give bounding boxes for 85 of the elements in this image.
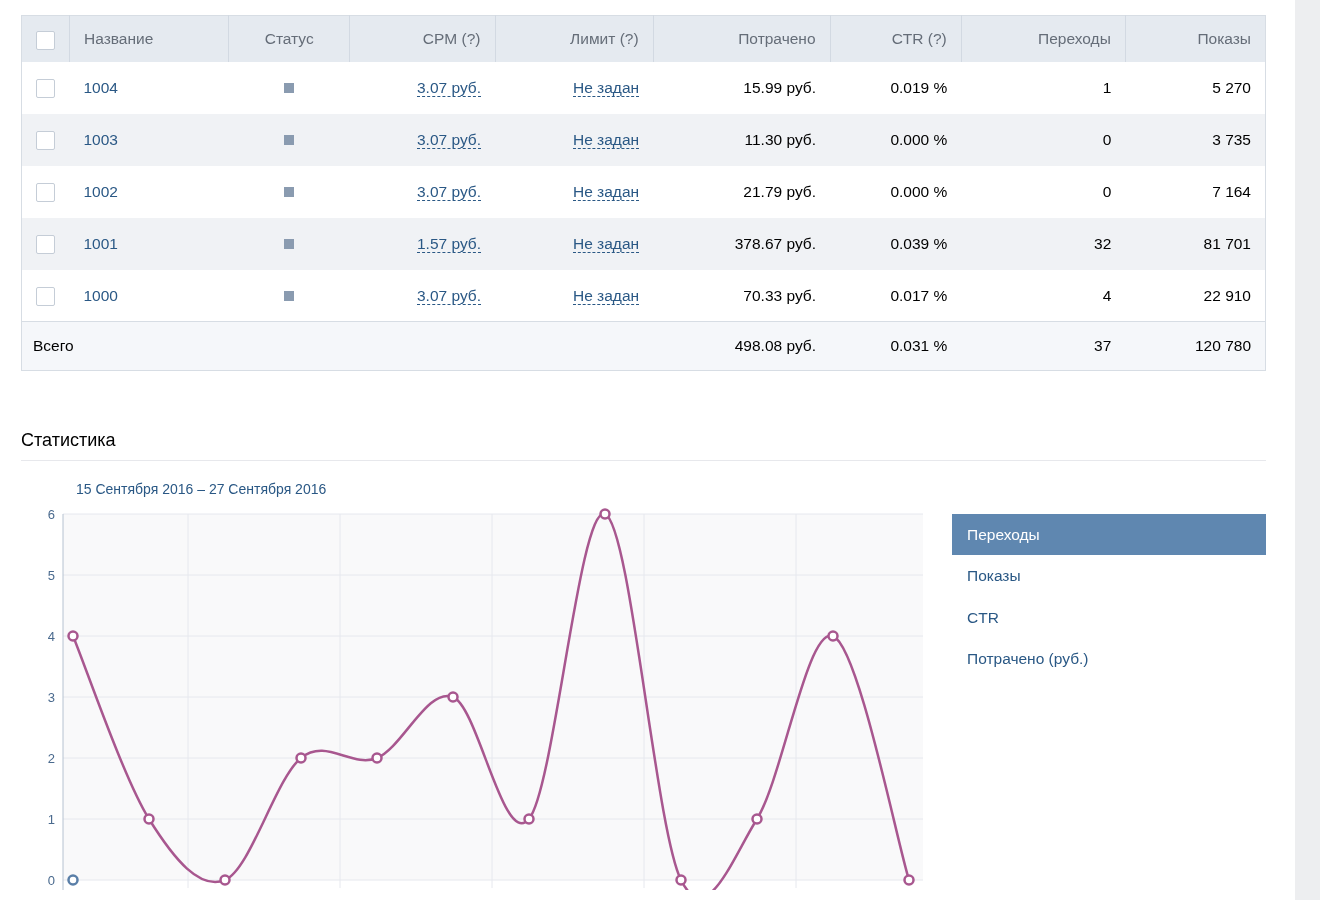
row-checkbox[interactable]	[36, 79, 55, 99]
cpm-link[interactable]: 3.07 руб.	[417, 182, 482, 201]
table-cell: 0	[1102, 182, 1112, 200]
table-cell: 3 735	[1212, 130, 1251, 148]
column-header[interactable]: Потрачено	[738, 30, 816, 48]
data-point	[67, 630, 79, 642]
metric-item[interactable]: Показы	[952, 555, 1266, 597]
data-point	[903, 874, 915, 886]
status-icon	[284, 186, 295, 197]
row-checkbox[interactable]	[36, 287, 55, 307]
status-icon	[284, 290, 295, 301]
y-tick-label: 5	[47, 568, 55, 583]
table-cell: 0.000 %	[890, 130, 948, 148]
ad-name[interactable]: 1001	[83, 234, 118, 252]
limit-link[interactable]: Не задан	[573, 234, 640, 253]
limit-link[interactable]: Не задан	[573, 130, 640, 149]
data-point	[675, 874, 687, 886]
total-cell: 37	[1094, 337, 1112, 355]
column-header[interactable]: Переходы	[1038, 30, 1111, 48]
table-cell: 0.019 %	[890, 78, 948, 96]
table-cell: 7 164	[1212, 182, 1251, 200]
section-title: Статистика	[21, 427, 1266, 461]
table-cell: 0.039 %	[890, 234, 948, 252]
table-cell: 1	[1102, 78, 1112, 96]
ad-name[interactable]: 1004	[83, 78, 118, 96]
data-point	[599, 508, 611, 520]
column-header[interactable]: Лимит (?)	[570, 30, 639, 48]
cpm-link[interactable]: 3.07 руб.	[417, 130, 482, 149]
data-point	[295, 752, 307, 764]
table-cell: 15.99 руб.	[743, 78, 816, 96]
total-cell: 498.08 руб.	[734, 337, 816, 355]
metric-item[interactable]: Потрачено (руб.)	[952, 637, 1266, 679]
cpm-link[interactable]: 1.57 руб.	[417, 234, 482, 253]
data-point	[67, 874, 79, 886]
ad-name[interactable]: 1003	[83, 130, 118, 148]
data-point	[827, 630, 839, 642]
data-point	[523, 813, 535, 825]
select-all-checkbox[interactable]	[36, 30, 55, 50]
y-tick-label: 2	[47, 751, 55, 766]
total-label: Всего	[33, 337, 74, 355]
column-header[interactable]: Название	[84, 30, 154, 48]
table-cell: 0.000 %	[890, 182, 948, 200]
row-checkbox[interactable]	[36, 235, 55, 255]
y-tick-label: 3	[47, 690, 55, 705]
status-icon	[284, 134, 295, 145]
status-icon	[284, 82, 295, 93]
data-point	[143, 813, 155, 825]
y-tick-label: 4	[47, 629, 55, 644]
data-point	[751, 813, 763, 825]
ad-name[interactable]: 1002	[83, 182, 118, 200]
table-cell: 0.017 %	[890, 286, 948, 304]
data-point	[371, 752, 383, 764]
limit-link[interactable]: Не задан	[573, 182, 640, 201]
table-cell: 21.79 руб.	[743, 182, 816, 200]
metric-item[interactable]: CTR	[952, 596, 1266, 638]
column-header[interactable]: Показы	[1197, 30, 1251, 48]
limit-link[interactable]: Не задан	[573, 286, 640, 305]
table-cell: 5 270	[1212, 78, 1251, 96]
data-point	[447, 691, 459, 703]
metric-item[interactable]: Переходы	[952, 514, 1266, 556]
row-checkbox[interactable]	[36, 131, 55, 151]
ad-name[interactable]: 1000	[83, 286, 118, 304]
row-checkbox[interactable]	[36, 183, 55, 203]
limit-link[interactable]: Не задан	[573, 78, 640, 97]
table-cell: 70.33 руб.	[743, 286, 816, 304]
y-tick-label: 6	[47, 507, 55, 522]
total-cell: 0.031 %	[890, 337, 948, 355]
status-icon	[284, 238, 295, 249]
table-cell: 32	[1094, 234, 1112, 252]
table-cell: 11.30 руб.	[744, 130, 816, 148]
table-cell: 378.67 руб.	[734, 234, 816, 252]
date-range: 15 Сентября 2016 – 27 Сентября 2016	[76, 480, 328, 499]
table-cell: 81 701	[1203, 234, 1251, 252]
table-cell: 0	[1102, 130, 1112, 148]
cpm-link[interactable]: 3.07 руб.	[417, 78, 482, 97]
column-header[interactable]: Статус	[264, 30, 314, 48]
y-tick-label: 0	[47, 873, 55, 888]
column-header[interactable]: CTR (?)	[891, 30, 947, 48]
data-point	[219, 874, 231, 886]
column-header[interactable]: CPM (?)	[422, 30, 481, 48]
y-tick-label: 1	[47, 812, 55, 827]
cpm-link[interactable]: 3.07 руб.	[417, 286, 482, 305]
total-cell: 120 780	[1194, 337, 1251, 355]
table-cell: 22 910	[1203, 286, 1251, 304]
table-cell: 4	[1102, 286, 1112, 304]
